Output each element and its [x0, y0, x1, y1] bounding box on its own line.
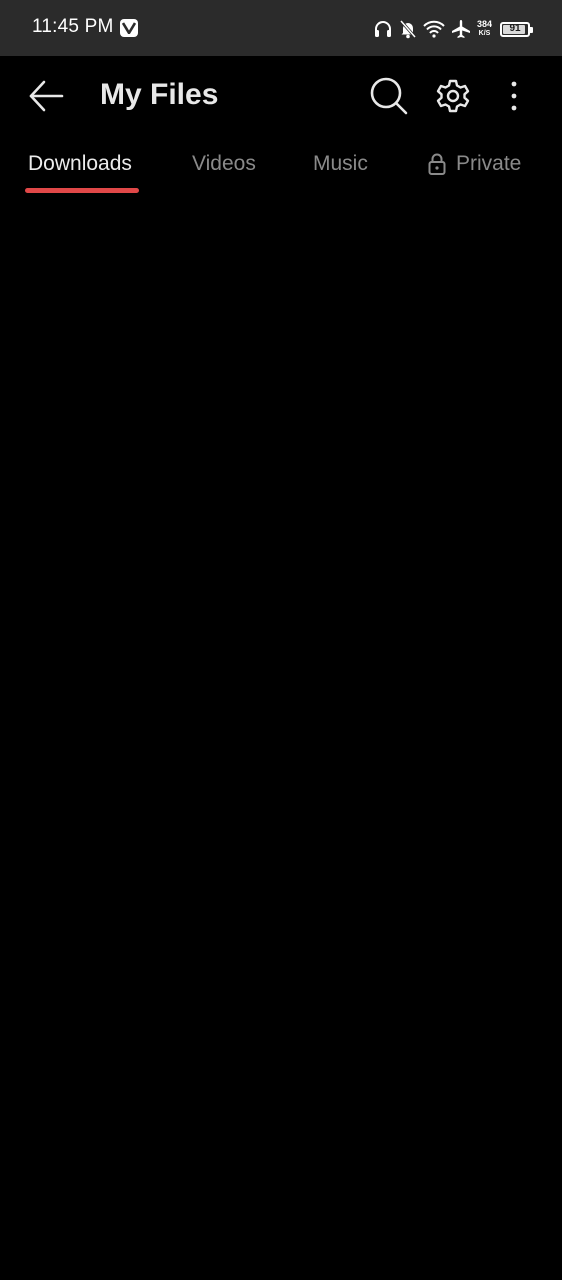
tab-private-label: Private [456, 152, 522, 175]
active-tab-indicator [25, 188, 139, 193]
gear-icon [436, 79, 470, 113]
tab-downloads[interactable]: Downloads [28, 152, 132, 176]
settings-button[interactable] [431, 74, 475, 118]
battery-level: 91 [509, 22, 521, 34]
wifi-icon [423, 20, 445, 38]
tab-music[interactable]: Music [313, 152, 368, 176]
battery-icon: 91 [500, 21, 533, 37]
network-speed-value: 384 [476, 19, 492, 29]
tab-bar: Downloads Videos Music Private [0, 136, 562, 196]
tab-videos[interactable]: Videos [192, 152, 256, 176]
network-speed: 384 K/S [477, 20, 492, 38]
headphones-icon [374, 21, 391, 37]
notifications-muted-icon [399, 20, 417, 39]
status-bar: 11:45 PM 384 K/S 91 [0, 0, 562, 56]
airplane-mode-icon [451, 20, 470, 38]
search-button[interactable] [367, 74, 411, 118]
network-speed-unit: K/S [478, 30, 491, 37]
app-bar: My Files [0, 56, 562, 136]
tab-private[interactable]: Private [428, 152, 521, 176]
downloads-content-area [0, 196, 562, 1280]
more-vert-icon [511, 81, 517, 111]
back-arrow-icon [29, 80, 64, 112]
status-time: 11:45 PM [32, 16, 114, 37]
app-notification-icon [120, 19, 138, 37]
lock-icon [428, 153, 446, 175]
search-icon [370, 77, 408, 115]
back-button[interactable] [26, 76, 66, 116]
page-title: My Files [100, 78, 219, 111]
status-icons: 384 K/S 91 [367, 17, 533, 41]
more-options-button[interactable] [492, 74, 536, 118]
